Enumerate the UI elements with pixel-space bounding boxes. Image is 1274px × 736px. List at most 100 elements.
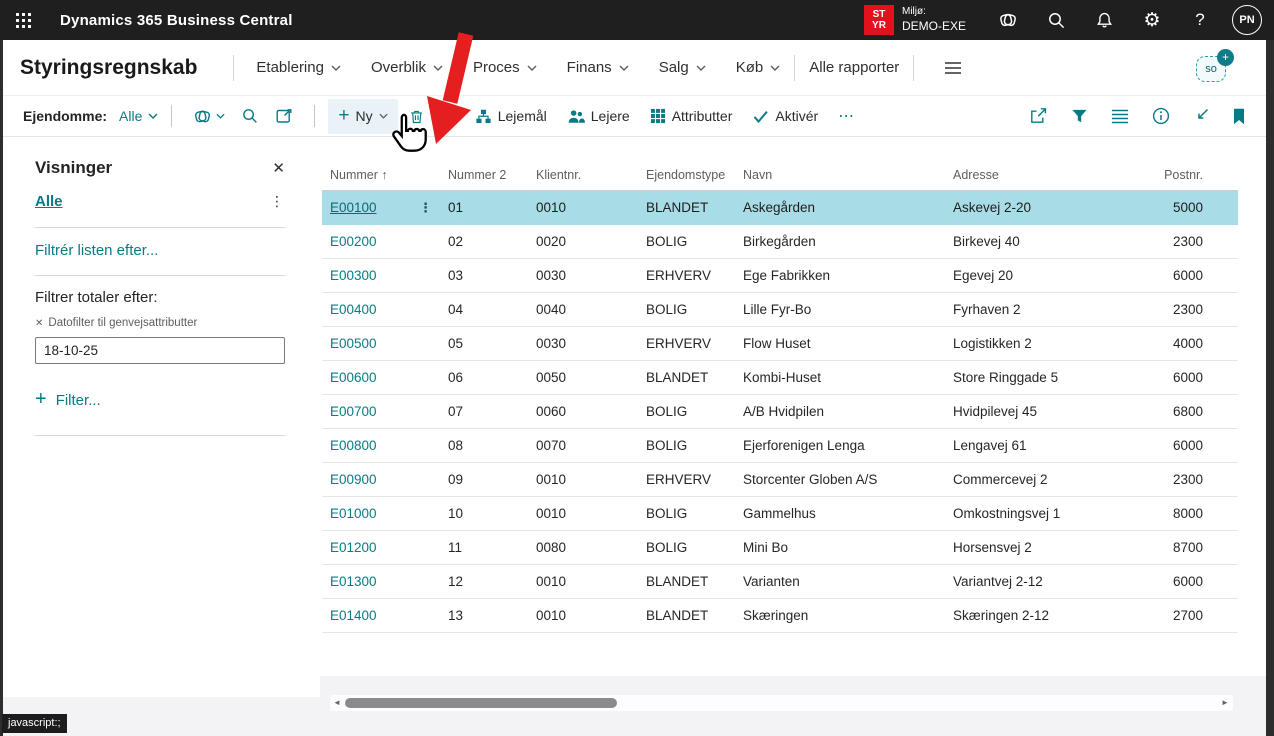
nav-item-finans[interactable]: Finans [567, 59, 629, 76]
lease-button[interactable]: Lejemål [465, 99, 557, 134]
column-header-ejendomstype[interactable]: Ejendomstype [646, 168, 743, 182]
cell-adresse: Omkostningsvej 1 [953, 506, 1110, 521]
nav-item-proces[interactable]: Proces [473, 59, 537, 76]
drilldown-link[interactable]: 5000 [1173, 200, 1203, 215]
cell-text: Gammelhus [743, 506, 816, 521]
search-list-icon[interactable] [233, 107, 267, 125]
environment-badge[interactable]: ST YR Miljø: DEMO-EXE [864, 5, 966, 35]
help-icon[interactable]: ? [1176, 0, 1224, 40]
notifications-icon[interactable] [1080, 0, 1128, 40]
property-number-link[interactable]: E00900 [330, 472, 377, 487]
drilldown-link[interactable]: BLANDET [646, 200, 708, 215]
analysis-mode-icon[interactable] [267, 107, 301, 125]
more-navigation-icon[interactable] [944, 61, 962, 75]
date-filter-input[interactable] [35, 337, 285, 364]
column-header-klientnr[interactable]: Klientnr. [536, 168, 646, 182]
scroll-left-icon[interactable]: ◄ [330, 695, 344, 711]
table-row[interactable]: E00800080070BOLIGEjerforenigen LengaLeng… [322, 429, 1238, 463]
activate-button[interactable]: Aktivér [742, 99, 828, 134]
copilot-icon[interactable] [984, 0, 1032, 40]
column-header-navn[interactable]: Navn [743, 168, 953, 182]
property-number-link[interactable]: E01300 [330, 574, 377, 589]
property-number-link[interactable]: E01400 [330, 608, 377, 623]
property-number-link[interactable]: E01200 [330, 540, 377, 555]
top-bar: Dynamics 365 Business Central ST YR Milj… [0, 0, 1274, 40]
filter-list-link[interactable]: Filtrér listen efter... [35, 242, 158, 259]
filter-icon[interactable] [1071, 108, 1088, 124]
view-options-icon[interactable]: ⋮ [270, 193, 285, 210]
table-row[interactable]: E01300120010BLANDETVariantenVariantvej 2… [322, 565, 1238, 599]
table-row[interactable]: E01400130010BLANDETSkæringenSkæringen 2-… [322, 599, 1238, 633]
nav-item-salg[interactable]: Salg [659, 59, 706, 76]
table-row[interactable]: E01200110080BOLIGMini BoHorsensvej 28700 [322, 531, 1238, 565]
table-row[interactable]: E01000100010BOLIGGammelhusOmkostningsvej… [322, 497, 1238, 531]
cell-adresse: Commercevej 2 [953, 472, 1110, 487]
cell-postnr: 5000 [1110, 200, 1203, 215]
info-icon[interactable] [1152, 107, 1170, 125]
tenants-button[interactable]: Lejere [557, 99, 640, 134]
cell-postnr: 2300 [1110, 302, 1203, 317]
cell-adresse: Egevej 20 [953, 268, 1110, 283]
list-view-icon[interactable] [1111, 109, 1129, 124]
drilldown-link[interactable]: 0010 [536, 200, 566, 215]
scrollbar-thumb[interactable] [345, 698, 617, 708]
view-filter-dropdown[interactable]: Alle [119, 108, 158, 124]
nav-item-koeb[interactable]: Køb [736, 59, 781, 76]
property-number-link[interactable]: E00600 [330, 370, 377, 385]
property-number-link[interactable]: E00100 [330, 200, 377, 215]
delete-button[interactable]: Slet [398, 99, 465, 134]
property-number-link[interactable]: E00300 [330, 268, 377, 283]
focus-mode-icon[interactable] [1193, 108, 1209, 124]
table-row[interactable]: E00700070060BOLIGA/B HvidpilenHvidpileve… [322, 395, 1238, 429]
column-header-postnr[interactable]: Postnr. [1110, 168, 1203, 182]
cell-text: Birkevej 40 [953, 234, 1020, 249]
environment-text: Miljø: DEMO-EXE [902, 6, 966, 34]
env-logo-line2: YR [872, 20, 886, 32]
view-all-link[interactable]: Alle [35, 193, 63, 210]
delete-button-label: Slet [431, 108, 455, 124]
close-pane-icon[interactable]: ✕ [272, 159, 285, 177]
share-icon[interactable] [1029, 107, 1048, 125]
nav-item-alle-rapporter[interactable]: Alle rapporter [809, 59, 899, 76]
app-launcher-icon[interactable] [0, 0, 46, 40]
table-row[interactable]: E00900090010ERHVERVStorcenter Globen A/S… [322, 463, 1238, 497]
property-number-link[interactable]: E00800 [330, 438, 377, 453]
cell-text: 0050 [536, 370, 566, 385]
app-title[interactable]: Dynamics 365 Business Central [60, 12, 293, 29]
bookmark-icon[interactable] [1232, 108, 1246, 125]
table-row[interactable]: E00400040040BOLIGLille Fyr-BoFyrhaven 22… [322, 293, 1238, 327]
column-header-adresse[interactable]: Adresse [953, 168, 1110, 182]
cell-navn: A/B Hvidpilen [743, 404, 953, 419]
scroll-right-icon[interactable]: ► [1218, 695, 1232, 711]
more-actions-icon[interactable]: ⋯ [828, 106, 865, 126]
nav-item-etablering[interactable]: Etablering [256, 59, 341, 76]
cell-text: BOLIG [646, 234, 687, 249]
table-row[interactable]: E00300030030ERHVERVEge FabrikkenEgevej 2… [322, 259, 1238, 293]
nav-item-overblik[interactable]: Overblik [371, 59, 443, 76]
horizontal-scrollbar[interactable]: ◄ ► [330, 695, 1233, 711]
date-filter-tag[interactable]: ✕ Datofilter til genvejsattributter [35, 317, 285, 329]
remove-filter-icon[interactable]: ✕ [35, 318, 43, 329]
column-header-nummer2[interactable]: Nummer 2 [448, 168, 536, 182]
app-window: Dynamics 365 Business Central ST YR Milj… [0, 0, 1274, 736]
column-header-nummer[interactable]: Nummer ↑ [330, 168, 448, 182]
property-number-link[interactable]: E00400 [330, 302, 377, 317]
table-row[interactable]: E00600060050BLANDETKombi-HusetStore Ring… [322, 361, 1238, 395]
property-number-link[interactable]: E01000 [330, 506, 377, 521]
property-number-link[interactable]: E00500 [330, 336, 377, 351]
table-row[interactable]: E00100⋮010010BLANDETAskegårdenAskevej 2-… [322, 191, 1238, 225]
table-row[interactable]: E00500050030ERHVERVFlow HusetLogistikken… [322, 327, 1238, 361]
row-context-menu-icon[interactable]: ⋮ [419, 200, 448, 216]
property-number-link[interactable]: E00200 [330, 234, 377, 249]
copilot-menu-icon[interactable] [185, 107, 233, 126]
table-row[interactable]: E00200020020BOLIGBirkegårdenBirkevej 402… [322, 225, 1238, 259]
user-avatar[interactable]: PN [1232, 5, 1262, 35]
settings-gear-icon[interactable]: ⚙ [1128, 0, 1176, 40]
new-button[interactable]: + Ny [328, 99, 397, 134]
add-filter-button[interactable]: + Filter... [35, 391, 285, 409]
search-icon[interactable] [1032, 0, 1080, 40]
cell-text: Logistikken 2 [953, 336, 1032, 351]
attributes-button[interactable]: Attributter [640, 99, 743, 134]
property-number-link[interactable]: E00700 [330, 404, 377, 419]
teaching-tip-badge[interactable]: so + [1196, 53, 1232, 83]
